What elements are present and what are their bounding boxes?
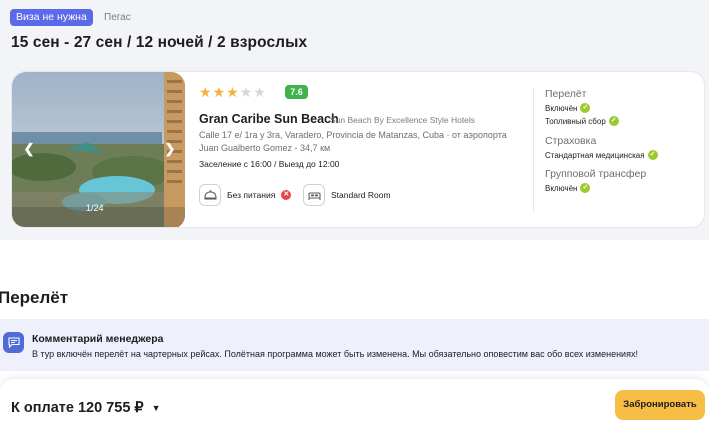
hotel-photo[interactable]: ❮ ❯ 1/24 bbox=[12, 72, 185, 227]
transfer-title: Групповой трансфер bbox=[545, 168, 647, 180]
book-button[interactable]: Забронировать bbox=[615, 390, 705, 420]
flight-included-item: Включён ✓ bbox=[545, 103, 619, 113]
cloche-icon bbox=[199, 184, 221, 206]
comment-text: В тур включён перелёт на чартерных рейса… bbox=[32, 349, 638, 359]
total-price: К оплате 120 755 ₽ bbox=[11, 400, 144, 416]
rating-badge: 7.6 bbox=[285, 85, 308, 99]
check-icon: ✓ bbox=[608, 116, 619, 126]
chevron-down-icon: ▼ bbox=[151, 403, 161, 413]
insurance-included: Страховка Стандартная медицинская ✓ bbox=[545, 135, 658, 160]
flight-section-title: Перелёт bbox=[0, 288, 69, 307]
meal-label: Без питания bbox=[227, 190, 276, 200]
bed-icon bbox=[303, 184, 325, 206]
star-filled-icon: ★ bbox=[199, 84, 212, 100]
operator-name: Пегас bbox=[104, 12, 131, 23]
transfer-included: Групповой трансфер Включён ✓ bbox=[545, 168, 646, 193]
fuel-surcharge-item: Топливный сбор ✓ bbox=[545, 116, 619, 126]
tour-dates: 15 сен - 27 сен / 12 ночей / 2 взрослых bbox=[11, 34, 308, 51]
checkin-checkout: Заселение с 16:00 / Выезд до 12:00 bbox=[199, 159, 340, 169]
flight-included: Перелёт Включён ✓ Топливный сбор ✓ bbox=[545, 88, 619, 126]
hotel-chain: Sun Beach By Excellence Style Hotels bbox=[330, 115, 476, 125]
chat-icon bbox=[3, 332, 24, 353]
insurance-title: Страховка bbox=[545, 135, 597, 147]
room-label: Standard Room bbox=[331, 190, 391, 200]
transfer-item: Включён ✓ bbox=[545, 183, 646, 193]
insurance-item: Стандартная медицинская ✓ bbox=[545, 150, 658, 160]
hotel-address: Calle 17 e/ 1ra y 3ra, Varadero, Provinc… bbox=[199, 130, 507, 153]
comment-title: Комментарий менеджера bbox=[32, 333, 164, 345]
room-feature: Standard Room bbox=[303, 184, 391, 206]
meal-feature: Без питания ✕ bbox=[199, 184, 292, 206]
star-empty-icon: ★ bbox=[239, 84, 253, 100]
card-divider bbox=[533, 88, 534, 212]
check-icon: ✓ bbox=[580, 103, 591, 113]
star-empty-icon: ★ bbox=[253, 84, 266, 100]
manager-comment bbox=[0, 319, 709, 371]
hotel-stars: ★ ★ ★ ★ ★ bbox=[199, 85, 266, 99]
flight-included-title: Перелёт bbox=[545, 88, 587, 100]
hotel-name[interactable]: Gran Caribe Sun Beach bbox=[199, 112, 339, 126]
x-icon: ✕ bbox=[281, 190, 292, 200]
check-icon: ✓ bbox=[580, 183, 591, 193]
star-filled-icon: ★ bbox=[212, 84, 226, 100]
visa-badge: Виза не нужна bbox=[10, 9, 93, 26]
price-toggle[interactable]: К оплате 120 755 ₽ ▼ bbox=[11, 400, 161, 416]
chevron-right-icon[interactable]: ❯ bbox=[163, 142, 177, 156]
hotel-card[interactable]: ❮ ❯ 1/24 ★ ★ ★ ★ ★ 7.6 Gran Caribe Sun B… bbox=[11, 71, 705, 228]
photo-counter: 1/24 bbox=[86, 203, 104, 213]
star-filled-icon: ★ bbox=[226, 84, 239, 100]
check-icon: ✓ bbox=[647, 150, 658, 160]
chevron-left-icon[interactable]: ❮ bbox=[22, 142, 36, 156]
